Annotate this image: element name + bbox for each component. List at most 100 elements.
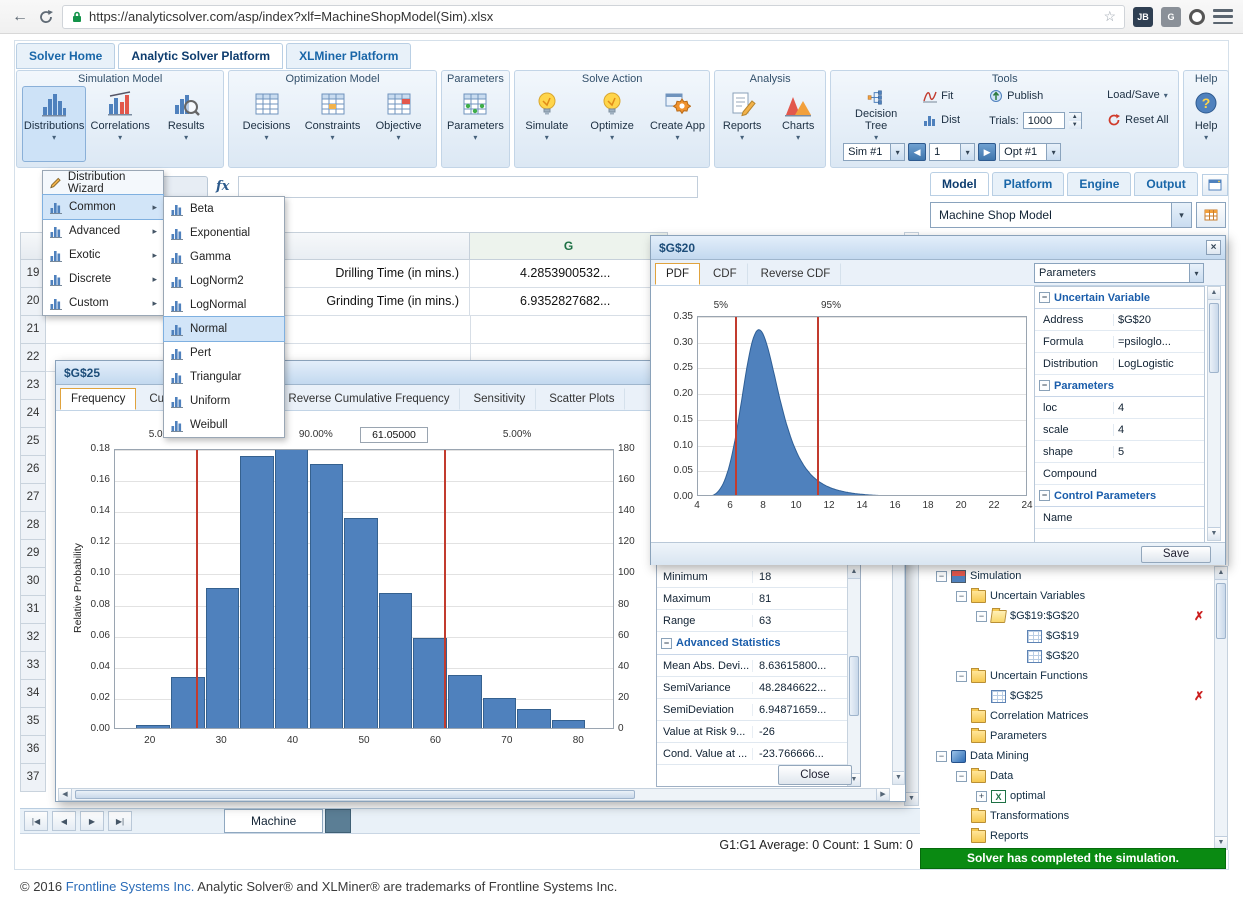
row-header[interactable]: 26: [20, 456, 46, 484]
expander-icon[interactable]: [936, 571, 947, 582]
row-header[interactable]: 22: [20, 344, 46, 372]
row-header[interactable]: 28: [20, 512, 46, 540]
distribution-category-item[interactable]: Custom: [43, 291, 163, 315]
dialog-tab[interactable]: Sensitivity: [462, 388, 536, 410]
distribution-item[interactable]: LogNorm2: [164, 269, 284, 293]
row-header[interactable]: 31: [20, 596, 46, 624]
task-pane-tab[interactable]: Model: [930, 172, 989, 196]
task-pane-tab[interactable]: Engine: [1067, 172, 1131, 196]
parameter-value[interactable]: 4: [1113, 402, 1204, 414]
formula-input[interactable]: [238, 176, 698, 198]
collapse-icon[interactable]: [1039, 490, 1050, 501]
tree-item[interactable]: Simulation: [928, 566, 1230, 586]
model-grid-button[interactable]: [1196, 202, 1226, 228]
tree-item[interactable]: Transformations: [928, 806, 1230, 826]
publish-button[interactable]: Publish: [989, 89, 1043, 103]
tree-scrollbar[interactable]: [1214, 566, 1228, 850]
scroll-right-icon[interactable]: [876, 789, 889, 800]
dialog-tab[interactable]: Reverse Cumulative Frequency: [277, 388, 460, 410]
first-sheet-icon[interactable]: [24, 811, 48, 831]
trials-spinner[interactable]: [1069, 112, 1082, 129]
tree-item[interactable]: $G$25: [928, 686, 1230, 706]
expander-icon[interactable]: [956, 731, 967, 742]
expander-icon[interactable]: [976, 611, 987, 622]
scroll-down-icon[interactable]: [893, 771, 904, 784]
correlations-button[interactable]: Correlations: [88, 86, 152, 162]
results-button[interactable]: Results: [154, 86, 218, 162]
tree-item[interactable]: $G$19: [928, 626, 1230, 646]
load-save-button[interactable]: Load/Save: [1107, 89, 1168, 101]
expander-icon[interactable]: [976, 791, 987, 802]
decision-tree-button[interactable]: Decision Tree: [843, 85, 909, 143]
caret-down-icon[interactable]: [1189, 264, 1203, 282]
expander-icon[interactable]: [956, 831, 967, 842]
save-button[interactable]: Save: [1141, 546, 1211, 563]
expander-icon[interactable]: [976, 691, 987, 702]
expander-icon[interactable]: [956, 591, 967, 602]
bookmark-star-icon[interactable]: [1103, 8, 1116, 25]
parameter-value[interactable]: 5: [1113, 446, 1204, 458]
delete-icon[interactable]: [1194, 609, 1204, 623]
dialog-horizontal-scrollbar[interactable]: [58, 788, 890, 801]
browser-menu-icon[interactable]: [1213, 9, 1233, 24]
cell-value[interactable]: 6.9352827682...: [470, 288, 668, 315]
caret-down-icon[interactable]: [960, 144, 974, 160]
scroll-up-icon[interactable]: [848, 566, 860, 579]
tree-item[interactable]: Data: [928, 766, 1230, 786]
next-run-button[interactable]: [978, 143, 996, 161]
expander-icon[interactable]: [936, 751, 947, 762]
collapse-icon[interactable]: [1039, 380, 1050, 391]
sheet-tab-machine[interactable]: Machine: [224, 809, 323, 833]
column-header-g[interactable]: G: [470, 232, 668, 260]
row-header[interactable]: 25: [20, 428, 46, 456]
caret-down-icon[interactable]: [1046, 144, 1060, 160]
row-header[interactable]: 24: [20, 400, 46, 428]
task-pane-tab[interactable]: Output: [1134, 172, 1197, 196]
extension-icon[interactable]: [1189, 9, 1205, 25]
create-app-button[interactable]: Create App: [646, 86, 709, 162]
dialog-tab[interactable]: Scatter Plots: [538, 388, 625, 410]
percentile-line[interactable]: [444, 450, 446, 728]
sheet-tab-stub[interactable]: [325, 809, 351, 833]
row-header[interactable]: 35: [20, 708, 46, 736]
expander-icon[interactable]: [1012, 631, 1023, 642]
constraints-button[interactable]: Constraints: [301, 86, 365, 162]
tree-item[interactable]: Reports: [928, 826, 1230, 846]
scroll-left-icon[interactable]: [59, 789, 72, 800]
dialog-vertical-scrollbar[interactable]: [1207, 286, 1221, 541]
next-sheet-icon[interactable]: [80, 811, 104, 831]
distribution-item[interactable]: Weibull: [164, 413, 284, 437]
caret-down-icon[interactable]: [1171, 203, 1191, 227]
row-header[interactable]: 32: [20, 624, 46, 652]
scroll-down-icon[interactable]: [1208, 527, 1220, 540]
row-header[interactable]: 37: [20, 764, 46, 792]
scroll-up-icon[interactable]: [1208, 287, 1220, 300]
last-sheet-icon[interactable]: [108, 811, 132, 831]
distribution-item[interactable]: Triangular: [164, 365, 284, 389]
address-bar[interactable]: https://analyticsolver.com/asp/index?xlf…: [62, 5, 1125, 29]
parameters-dropdown[interactable]: Parameters: [1034, 263, 1204, 283]
dialog-tab[interactable]: PDF: [655, 263, 700, 285]
distribution-wizard-item[interactable]: Distribution Wizard: [43, 171, 163, 195]
scrollbar-thumb[interactable]: [75, 790, 635, 799]
fit-button[interactable]: Fit: [923, 89, 953, 103]
dist-button[interactable]: Dist: [923, 113, 960, 127]
scroll-down-icon[interactable]: [905, 792, 918, 805]
tree-item[interactable]: Uncertain Variables: [928, 586, 1230, 606]
tree-item[interactable]: Data Mining: [928, 746, 1230, 766]
row-header[interactable]: 27: [20, 484, 46, 512]
row-header[interactable]: 23: [20, 372, 46, 400]
trials-input[interactable]: 1000: [1023, 112, 1065, 129]
platform-tab[interactable]: Analytic Solver Platform: [118, 43, 283, 69]
tree-item[interactable]: Uncertain Functions: [928, 666, 1230, 686]
row-header[interactable]: 36: [20, 736, 46, 764]
run-select[interactable]: 1: [929, 143, 975, 161]
distribution-category-item[interactable]: Common: [43, 195, 163, 219]
reports-button[interactable]: Reports: [715, 86, 769, 162]
dialog-tab[interactable]: Reverse CDF: [750, 263, 842, 285]
reset-all-button[interactable]: Reset All: [1107, 113, 1168, 127]
tree-item[interactable]: Parameters: [928, 726, 1230, 746]
task-pane-tab[interactable]: Platform: [992, 172, 1065, 196]
percentile-line[interactable]: [817, 317, 819, 495]
help-button[interactable]: Help: [1186, 86, 1226, 162]
